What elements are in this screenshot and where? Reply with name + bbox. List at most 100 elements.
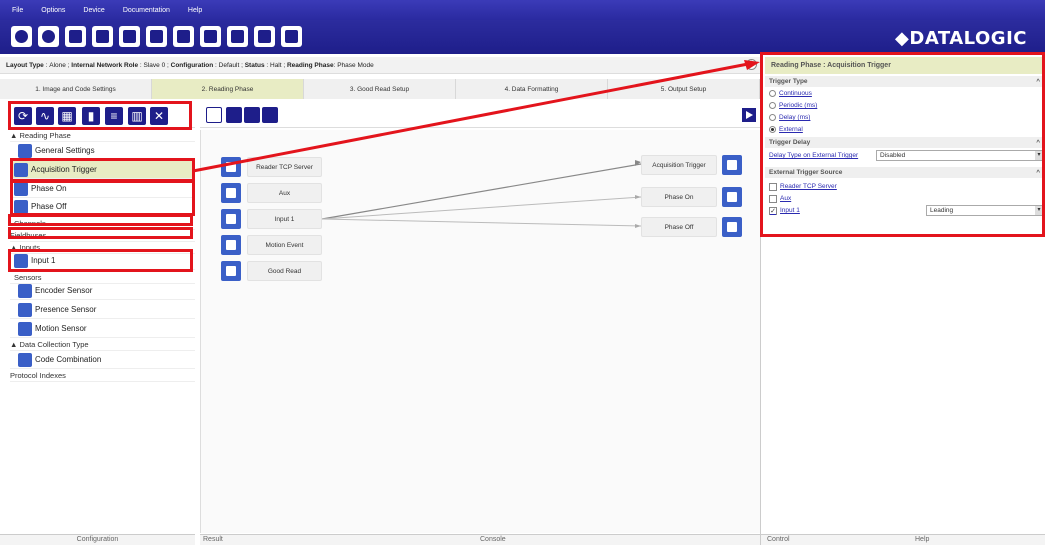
node-motion-event[interactable]: Motion Event (247, 235, 322, 255)
configuration-tab[interactable]: Configuration (0, 534, 195, 545)
radio-periodic[interactable]: Periodic (ms) (765, 100, 1044, 111)
step-output-setup[interactable]: 5. Output Setup (608, 79, 760, 99)
input1-edge-select[interactable]: Leading (926, 205, 1044, 216)
node-reader-tcp-server[interactable]: Reader TCP Server (247, 157, 322, 177)
phase-diagram-canvas: Reader TCP Server Aux Input 1 Motion Eve… (200, 130, 760, 533)
tree-item-encoder[interactable]: Encoder Sensor (10, 282, 195, 300)
chart-icon[interactable]: ▥ (128, 107, 146, 125)
step-reading-phase[interactable]: 2. Reading Phase (152, 79, 304, 99)
device-settings-icon[interactable] (146, 26, 167, 47)
link-input1-acquisition (321, 163, 642, 220)
tree-item-motion[interactable]: Motion Sensor (10, 320, 195, 338)
step-data-formatting[interactable]: 4. Data Formatting (456, 79, 608, 99)
tree-section-data-collection[interactable]: ▲ Data Collection Type (10, 339, 195, 351)
console-tab[interactable]: Console (480, 536, 506, 543)
export-icon[interactable] (200, 26, 221, 47)
canvas-footer: Result Console (200, 534, 760, 545)
acquisition-trigger-icon (722, 155, 742, 175)
phase-off-icon (14, 199, 28, 214)
motion-icon (18, 321, 32, 336)
step-good-read-setup[interactable]: 3. Good Read Setup (304, 79, 456, 99)
presence-icon (18, 302, 32, 317)
control-tab[interactable]: Control (767, 536, 790, 543)
fit-icon[interactable] (206, 107, 222, 123)
zoom-out-icon[interactable] (262, 107, 278, 123)
list-icon[interactable]: ≡ (105, 107, 123, 125)
node-acquisition-trigger[interactable]: Acquisition Trigger (641, 155, 717, 175)
import-icon[interactable] (227, 26, 248, 47)
menu-file[interactable]: File (12, 7, 23, 14)
radio-delay[interactable]: Delay (ms) (765, 112, 1044, 123)
input1-icon (221, 209, 241, 229)
menu-device[interactable]: Device (83, 7, 104, 14)
step-image-code-settings[interactable]: 1. Image and Code Settings (0, 79, 152, 99)
window-icon[interactable] (92, 26, 113, 47)
help-tab[interactable]: Help (915, 536, 929, 543)
user-icon[interactable] (65, 26, 86, 47)
node-good-read[interactable]: Good Read (247, 261, 322, 281)
link-input1-phase-off (321, 218, 642, 227)
menu-documentation[interactable]: Documentation (123, 7, 170, 14)
tree-item-general-settings[interactable]: General Settings (10, 142, 195, 160)
radio-continuous[interactable]: Continuous (765, 88, 1044, 99)
phase-off-node-icon (722, 217, 742, 237)
tree-item-acquisition-trigger[interactable]: Acquisition Trigger (10, 161, 195, 179)
checkbox-reader-tcp-server[interactable]: Reader TCP Server (765, 181, 1044, 192)
menu-options[interactable]: Options (41, 7, 65, 14)
reader-tcp-server-icon (221, 157, 241, 177)
trigger-icon (14, 162, 28, 177)
tree-section-reading-phase[interactable]: ▲ Reading Phase (10, 130, 195, 142)
signal-icon[interactable]: ∿ (36, 107, 54, 125)
radio-external[interactable]: External (765, 124, 1044, 135)
delay-type-select[interactable]: Disabled (876, 150, 1044, 161)
diagnostics-icon[interactable] (281, 26, 302, 47)
app-window: { "menu": ["File", "Options", "Device", … (0, 0, 1045, 545)
menu-bar: File Options Device Documentation Help (0, 0, 1045, 20)
config-icon[interactable] (119, 26, 140, 47)
device-discovery-icon[interactable] (38, 26, 59, 47)
section-external-trigger-source[interactable]: External Trigger Source ^ (765, 167, 1044, 178)
wrench-icon (18, 143, 32, 158)
statistics-icon[interactable] (254, 26, 275, 47)
canvas-toolbar (200, 103, 760, 128)
menu-help[interactable]: Help (188, 7, 202, 14)
device-monitor-icon[interactable] (173, 26, 194, 47)
link-input1-phase-on (321, 196, 642, 220)
node-phase-off[interactable]: Phase Off (641, 217, 717, 237)
add-icon[interactable] (11, 26, 32, 47)
result-tab[interactable]: Result (203, 536, 223, 543)
tree-item-input1[interactable]: Input 1 (10, 252, 195, 270)
tree-toolbar: ⟳ ∿ ▦ ▮ ≡ ▥ ✕ (10, 103, 195, 128)
zoom-reset-icon[interactable] (244, 107, 260, 123)
grid-icon[interactable]: ▦ (58, 107, 76, 125)
node-input1[interactable]: Input 1 (247, 209, 322, 229)
properties-title: Reading Phase : Acquisition Trigger (765, 57, 1044, 74)
tree-item-phase-on[interactable]: Phase On (10, 180, 195, 198)
tree-item-presence[interactable]: Presence Sensor (10, 301, 195, 319)
sensor-icon[interactable]: ▮ (82, 107, 100, 125)
section-trigger-type[interactable]: Trigger Type ^ (765, 76, 1044, 87)
code-combination-icon (18, 352, 32, 367)
datalogic-logo: ◆DATALOGIC (895, 28, 1027, 49)
tree-section-fieldbuses[interactable]: Fieldbuses (10, 230, 195, 242)
tree-section-channels[interactable]: Channels (10, 218, 195, 230)
phase-on-node-icon (722, 187, 742, 207)
zoom-in-icon[interactable] (226, 107, 242, 123)
play-icon[interactable] (742, 108, 756, 122)
checkbox-aux[interactable]: Aux (765, 193, 1044, 204)
refresh-icon[interactable]: ⟳ (14, 107, 32, 125)
properties-panel: Reading Phase : Acquisition Trigger Trig… (760, 57, 1045, 545)
aux-icon (221, 183, 241, 203)
phase-on-icon (14, 181, 28, 196)
node-phase-on[interactable]: Phase On (641, 187, 717, 207)
tree-section-protocol-indexes[interactable]: Protocol Indexes (10, 370, 195, 382)
node-aux[interactable]: Aux (247, 183, 322, 203)
tree-item-phase-off[interactable]: Phase Off (10, 198, 195, 216)
section-trigger-delay[interactable]: Trigger Delay ^ (765, 137, 1044, 148)
tree-item-code-combination[interactable]: Code Combination (10, 351, 195, 369)
device-info-bar: Layout Type : Alone ; Internal Network R… (0, 57, 760, 74)
encoder-icon (18, 283, 32, 298)
properties-footer: Control Help (761, 534, 1045, 545)
delete-icon[interactable]: ✕ (150, 107, 168, 125)
collapse-info-icon[interactable]: ^ (746, 59, 757, 70)
